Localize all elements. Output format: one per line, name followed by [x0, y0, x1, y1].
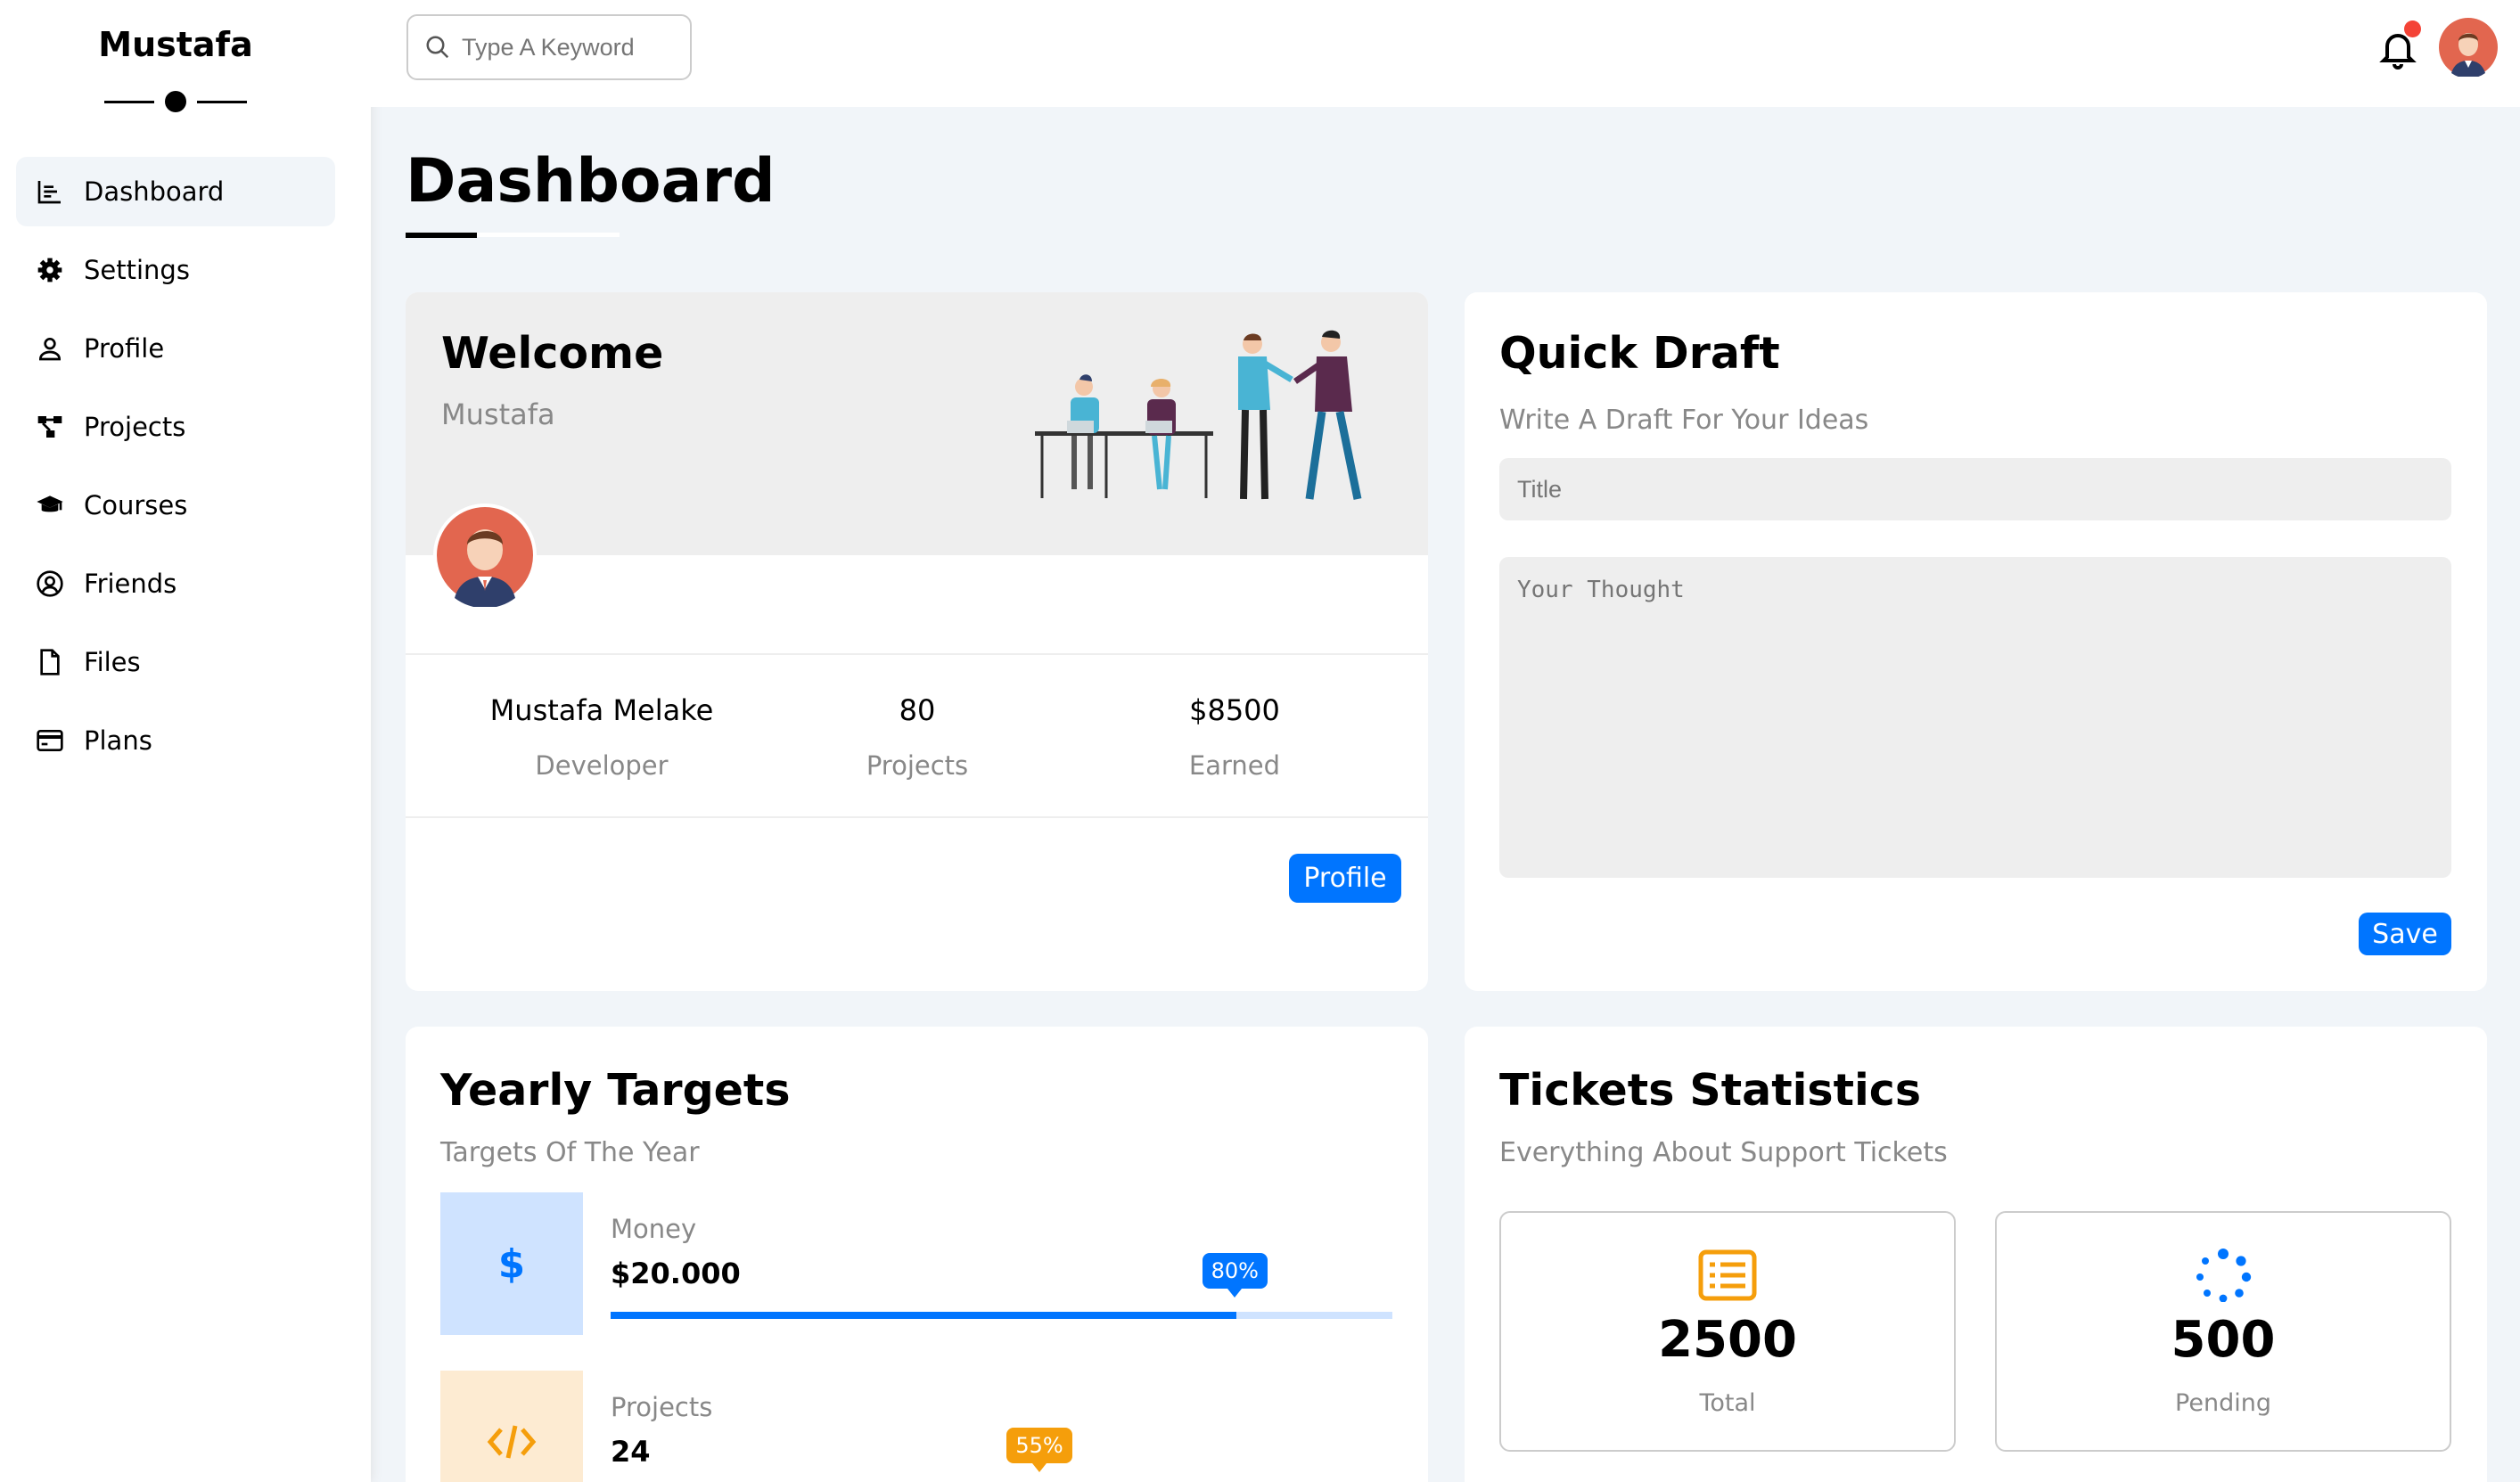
diagram-icon — [37, 416, 62, 438]
file-icon — [40, 649, 60, 675]
target-progress-track — [611, 1312, 1392, 1319]
save-button[interactable]: Save — [2359, 913, 2451, 955]
welcome-subtitle: Mustafa — [441, 397, 555, 431]
stat-label: Projects — [866, 750, 969, 781]
sidebar-item-label: Projects — [84, 412, 186, 442]
target-progress-fill — [611, 1312, 1236, 1319]
dollar-icon: $ — [498, 1242, 525, 1286]
yearly-targets-card: Yearly Targets Targets Of The Year $ Mon… — [406, 1027, 1428, 1482]
tickets-title: Tickets Statistics — [1499, 1065, 1922, 1116]
target-value: $20.000 — [611, 1257, 741, 1290]
ticket-stat-total: 2500 Total — [1499, 1211, 1956, 1452]
sidebar-item-projects[interactable]: Projects — [16, 392, 335, 462]
brand-decoration — [104, 91, 247, 112]
title-underline — [406, 233, 620, 238]
sidebar-item-friends[interactable]: Friends — [16, 549, 335, 618]
stat-value: Mustafa Melake — [489, 693, 714, 727]
ticket-stat-label: Total — [1699, 1389, 1756, 1417]
sidebar-item-label: Courses — [84, 490, 188, 520]
money-target-icon-box: $ — [440, 1192, 583, 1335]
stat-value: 80 — [899, 693, 936, 727]
avatar[interactable] — [2439, 18, 2498, 77]
welcome-title: Welcome — [441, 328, 664, 379]
chart-icon — [37, 181, 61, 204]
sidebar: Mustafa Dashboard Settings Profile Proje… — [0, 0, 371, 1482]
user-circle-icon — [37, 570, 63, 597]
draft-thought-textarea[interactable] — [1499, 557, 2451, 878]
projects-target-icon-box — [440, 1371, 583, 1482]
quick-draft-card: Quick Draft Write A Draft For Your Ideas… — [1465, 292, 2487, 991]
team-illustration — [1035, 330, 1362, 500]
targets-subtitle: Targets Of The Year — [440, 1137, 700, 1168]
welcome-banner: Welcome Mustafa — [406, 292, 1428, 555]
page-title: Dashboard — [406, 146, 776, 217]
draft-title: Quick Draft — [1499, 328, 1780, 379]
sidebar-item-label: Settings — [84, 255, 190, 285]
target-label: Projects — [611, 1392, 713, 1422]
sidebar-item-profile[interactable]: Profile — [16, 314, 335, 383]
sidebar-item-plans[interactable]: Plans — [16, 706, 335, 775]
draft-subtitle: Write A Draft For Your Ideas — [1499, 405, 1869, 436]
stat-value: $8500 — [1189, 693, 1280, 727]
svg-text:$: $ — [498, 1242, 525, 1286]
stat-label: Developer — [535, 750, 669, 781]
stat-name: Mustafa Melake Developer — [468, 693, 735, 781]
stat-projects: 80 Projects — [784, 693, 1051, 781]
list-icon — [1698, 1249, 1757, 1301]
search-box[interactable] — [406, 14, 692, 80]
gear-icon — [37, 258, 62, 282]
sidebar-item-label: Friends — [84, 569, 177, 599]
ticket-stat-pending: 500 Pending — [1995, 1211, 2451, 1452]
draft-title-input[interactable] — [1499, 458, 2451, 520]
sidebar-item-files[interactable]: Files — [16, 627, 335, 697]
sidebar-item-courses[interactable]: Courses — [16, 471, 335, 540]
target-progress-badge: 80% — [1202, 1253, 1268, 1298]
stat-earned: $8500 Earned — [1101, 693, 1368, 781]
sidebar-item-label: Profile — [84, 333, 165, 364]
code-icon — [487, 1425, 537, 1459]
sidebar-item-settings[interactable]: Settings — [16, 235, 335, 305]
spinner-icon — [2196, 1249, 2252, 1302]
avatar — [433, 504, 537, 607]
divider — [406, 653, 1428, 655]
sidebar-item-label: Plans — [84, 725, 152, 756]
brand-name: Mustafa — [98, 25, 253, 64]
stat-label: Earned — [1188, 750, 1281, 781]
tickets-statistics-card: Tickets Statistics Everything About Supp… — [1465, 1027, 2487, 1482]
sidebar-item-label: Files — [84, 647, 141, 677]
search-input[interactable] — [462, 33, 676, 61]
sidebar-nav: Dashboard Settings Profile Projects Cour… — [16, 157, 335, 784]
ticket-stat-value: 2500 — [1658, 1311, 1797, 1369]
profile-button[interactable]: Profile — [1289, 854, 1401, 903]
target-label: Money — [611, 1214, 697, 1244]
sidebar-item-label: Dashboard — [84, 176, 225, 207]
notification-dot — [2404, 20, 2421, 37]
graduation-cap-icon — [37, 495, 63, 512]
sidebar-item-dashboard[interactable]: Dashboard — [16, 157, 335, 226]
user-icon — [38, 338, 62, 361]
target-value: 24 — [611, 1435, 651, 1469]
ticket-stat-label: Pending — [2175, 1389, 2271, 1417]
divider — [406, 816, 1428, 818]
target-progress-badge: 55% — [1006, 1428, 1072, 1472]
welcome-card: Welcome Mustafa Mustafa Melake Developer… — [406, 292, 1428, 991]
targets-title: Yearly Targets — [440, 1065, 791, 1116]
search-icon — [426, 36, 449, 59]
credit-card-icon — [37, 730, 63, 751]
top-header — [371, 0, 2520, 107]
tickets-subtitle: Everything About Support Tickets — [1499, 1137, 1948, 1168]
ticket-stat-value: 500 — [2171, 1311, 2276, 1369]
